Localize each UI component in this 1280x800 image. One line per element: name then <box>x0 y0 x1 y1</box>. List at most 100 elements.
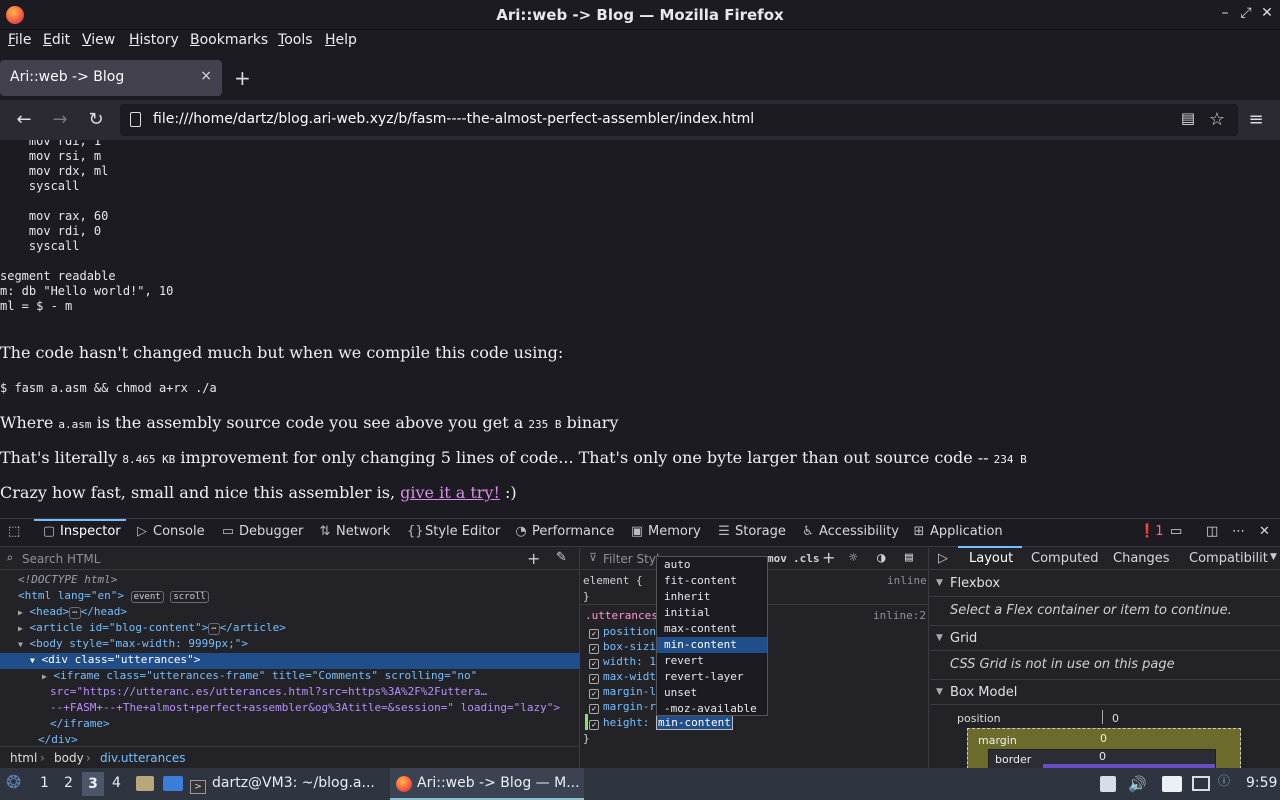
section-box-model[interactable]: ▼ Box Model <box>930 679 1280 705</box>
add-rule-icon[interactable]: + <box>822 548 835 567</box>
light-mode-icon[interactable]: ☼ <box>849 550 857 566</box>
option-max-content[interactable]: max-content <box>657 621 767 637</box>
event-badge[interactable]: event <box>130 591 164 603</box>
cls-button[interactable]: .cls <box>793 552 820 565</box>
menu-help[interactable]: Help <box>325 32 357 48</box>
tab-network[interactable]: ⇅ Network <box>318 524 391 539</box>
checkbox[interactable]: ✓ <box>589 674 599 684</box>
checkbox[interactable]: ✓ <box>589 704 599 714</box>
menu-history[interactable]: History <box>129 32 179 48</box>
margin-value[interactable]: 0 <box>1100 732 1107 745</box>
tab-console[interactable]: ▷ Console <box>135 524 205 539</box>
breadcrumb-body[interactable]: body <box>54 751 84 765</box>
minimize-icon[interactable]: – <box>1216 5 1234 21</box>
prop-width[interactable]: ✓ width: 1 <box>589 655 656 669</box>
tab-memory[interactable]: ▣ Memory <box>630 524 701 539</box>
workspace-2[interactable]: 2 <box>64 775 73 791</box>
markup-doctype[interactable]: <!DOCTYPE html> <box>0 573 580 589</box>
box-model-margin[interactable]: margin 0 border 0 <box>967 728 1241 770</box>
prop-position[interactable]: ✓ position <box>589 625 656 639</box>
pick-element-icon[interactable]: ⬚ <box>8 524 20 539</box>
menu-bookmarks[interactable]: Bookmarks <box>190 32 268 48</box>
checkbox[interactable]: ✓ <box>589 644 599 654</box>
print-media-icon[interactable]: ▤ <box>905 550 913 565</box>
markup-iframe-src2[interactable]: --+FASM+--+The+almost+perfect+assembler&… <box>0 701 580 717</box>
prop-height[interactable]: ✓ height: min-content <box>589 715 733 730</box>
option-fit-content[interactable]: fit-content <box>657 573 767 589</box>
maximize-icon[interactable]: ⤢ <box>1237 5 1255 21</box>
inline-source[interactable]: inline <box>887 574 927 587</box>
menu-file[interactable]: File <box>8 32 31 48</box>
tab-application[interactable]: ⊞ Application <box>912 524 1003 539</box>
scroll-badge[interactable]: scroll <box>170 591 209 603</box>
option-auto[interactable]: auto <box>657 557 767 573</box>
filter-styles-input[interactable]: Filter Styl <box>603 552 659 566</box>
tab-storage[interactable]: ☰ Storage <box>717 524 786 539</box>
section-flexbox[interactable]: ▼ Flexbox <box>930 571 1280 597</box>
element-rule[interactable]: element { <box>583 574 643 587</box>
menu-edit[interactable]: Edit <box>43 32 70 48</box>
chevron-down-icon[interactable]: ▼ <box>1270 552 1277 562</box>
markup-iframe-src[interactable]: src="https://utteranc.es/utterances.html… <box>0 685 580 701</box>
bookmark-star-icon[interactable]: ☆ <box>1205 109 1229 130</box>
box-model-border[interactable]: border 0 <box>988 749 1216 770</box>
workspace-1[interactable]: 1 <box>40 775 49 791</box>
checkbox[interactable]: ✓ <box>589 659 599 669</box>
reload-icon[interactable]: ↻ <box>84 109 108 130</box>
workspace-4[interactable]: 4 <box>112 775 121 791</box>
clipboard-icon[interactable] <box>1100 776 1116 792</box>
prop-margin-right[interactable]: ✓ margin-r <box>589 700 656 714</box>
tab-style-editor[interactable]: {}Style Editor <box>407 524 500 539</box>
tab-layout[interactable]: Layout <box>969 551 1013 566</box>
dark-mode-icon[interactable]: ◑ <box>877 550 885 566</box>
volume-icon[interactable]: 🔊 <box>1128 775 1147 793</box>
checkbox[interactable]: ✓ <box>589 629 599 639</box>
url-text[interactable]: file:///home/dartz/blog.ari-web.xyz/b/fa… <box>153 111 754 127</box>
checkbox[interactable]: ✓ <box>589 720 599 730</box>
tab-changes[interactable]: Changes <box>1113 551 1170 566</box>
back-icon[interactable]: ← <box>12 109 36 130</box>
prop-max-width[interactable]: ✓ max-widt <box>589 670 656 684</box>
option-moz-available[interactable]: -moz-available <box>657 701 767 717</box>
height-value-editor[interactable]: min-content <box>655 715 733 730</box>
close-devtools-icon[interactable]: ✕ <box>1259 524 1270 539</box>
add-node-icon[interactable]: + <box>527 549 540 568</box>
tab-compatibility[interactable]: Compatibilit <box>1189 551 1268 566</box>
network-icon[interactable] <box>1192 776 1210 791</box>
option-revert-layer[interactable]: revert-layer <box>657 669 767 685</box>
tab-accessibility[interactable]: ♿ Accessibility <box>801 524 899 539</box>
forward-icon[interactable]: → <box>48 109 72 130</box>
border-value[interactable]: 0 <box>1099 750 1106 763</box>
error-count-badge[interactable]: ❗1 <box>1139 524 1163 539</box>
markup-iframe-close[interactable]: </iframe> <box>0 717 580 733</box>
prop-box-sizing[interactable]: ✓ box-sizi <box>589 640 656 654</box>
menu-view[interactable]: View <box>82 32 115 48</box>
more-options-icon[interactable]: ⋯ <box>1232 524 1245 539</box>
prop-margin-left[interactable]: ✓ margin-l <box>589 685 656 699</box>
workspace-3[interactable]: 3 <box>82 772 104 796</box>
toggle-sidebar-icon[interactable]: ▷ <box>938 551 948 566</box>
app-menu-icon[interactable]: ≡ <box>1244 109 1268 130</box>
inline-source-2[interactable]: inline:2 <box>873 609 926 622</box>
markup-iframe[interactable]: ▶ <iframe class="utterances-frame" title… <box>0 669 580 685</box>
tab-computed[interactable]: Computed <box>1031 551 1099 566</box>
position-value[interactable]: 0 <box>1112 712 1119 725</box>
option-min-content[interactable]: min-content <box>657 637 767 653</box>
markup-div-utterances[interactable]: ▼ <div class="utterances"> <box>0 653 580 669</box>
notification-icon[interactable]: ⓘ <box>1218 772 1230 789</box>
section-grid[interactable]: ▼ Grid <box>930 625 1280 651</box>
responsive-mode-icon[interactable]: ▭ <box>1170 524 1182 539</box>
dock-icon[interactable]: ◫ <box>1206 524 1218 539</box>
reader-view-icon[interactable]: ▤ <box>1176 109 1200 127</box>
taskbar-firefox[interactable]: Ari::web -> Blog — M... <box>390 768 584 800</box>
search-html-field[interactable]: ⌕ Search HTML + ✎ <box>0 548 580 570</box>
option-initial[interactable]: initial <box>657 605 767 621</box>
desktop-icon[interactable] <box>163 776 183 791</box>
markup-body[interactable]: ▼ <body style="max-width: 9999px;"> <box>0 637 580 653</box>
tab-debugger[interactable]: ▭ Debugger <box>221 524 304 539</box>
option-revert[interactable]: revert <box>657 653 767 669</box>
markup-article[interactable]: ▶ <article id="blog-content"> ⋯ </article> <box>0 621 580 637</box>
start-menu-icon[interactable]: ❂ <box>6 772 21 793</box>
url-bar[interactable]: file:///home/dartz/blog.ari-web.xyz/b/fa… <box>120 104 1238 136</box>
option-unset[interactable]: unset <box>657 685 767 701</box>
